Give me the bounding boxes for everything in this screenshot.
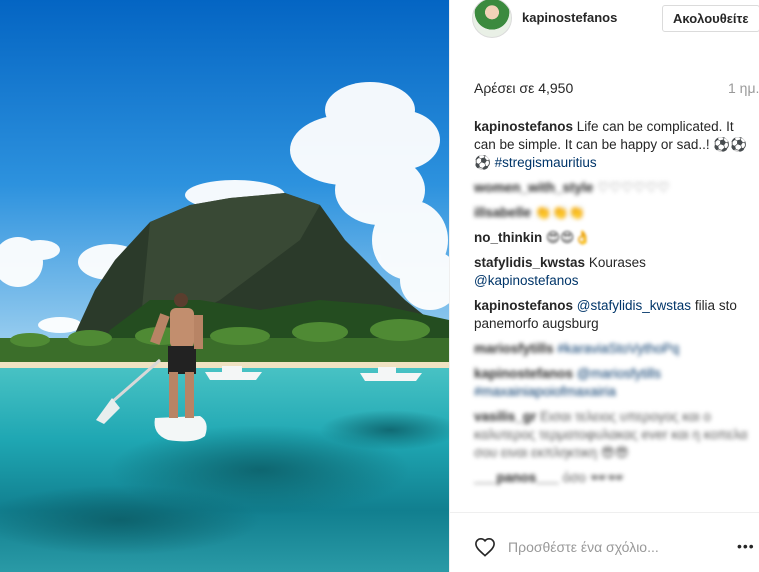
comment-username[interactable]: no_thinkin <box>474 230 542 245</box>
hashtag-link[interactable]: #stregismauritius <box>495 155 597 170</box>
list-item: mariosfytills #karaviaStoVythoPq <box>474 340 754 358</box>
mention-link[interactable]: @stafylidis_kwstas <box>577 298 691 313</box>
comment-text: 😍😍👌 <box>546 230 591 245</box>
comment-username[interactable]: kapinostefanos <box>474 119 573 134</box>
comment-username[interactable]: illsabelle <box>474 205 531 220</box>
more-options-icon[interactable]: ••• <box>737 538 755 554</box>
post-image-graphic <box>0 0 449 572</box>
post-details-panel: kapinostefanos Ακολουθείτε Αρέσει σε 4,9… <box>449 0 759 572</box>
comment-text: 👏👏👏 <box>534 205 586 220</box>
divider <box>450 512 759 513</box>
post-timestamp[interactable]: 1 ημ. <box>728 80 759 96</box>
hashtag-link[interactable]: #karaviaStoVythoPq <box>557 341 679 356</box>
comment-username[interactable]: kapinostefanos <box>474 366 573 381</box>
post-image[interactable] <box>0 0 449 572</box>
comment-username[interactable]: women_with_style <box>474 180 593 195</box>
following-button[interactable]: Ακολουθείτε <box>662 5 759 32</box>
comment-text: όσο 🕶🕶 <box>562 470 624 485</box>
comment-username[interactable]: vasilis_gr <box>474 409 536 424</box>
hashtag-link[interactable]: #maxainiapoiofmaxairia <box>474 384 616 399</box>
list-item: kapinostefanos @stafylidis_kwstas filia … <box>474 297 754 333</box>
list-item: stafylidis_kwstas Kourases @kapinostefan… <box>474 254 754 290</box>
comment-username[interactable]: ___panos___ <box>474 470 559 485</box>
add-comment-input[interactable] <box>508 536 708 558</box>
heart-outline-icon[interactable] <box>474 537 496 557</box>
comment-username[interactable]: mariosfytills <box>474 341 554 356</box>
list-item: vasilis_gr Εισαι τελειος υπερογος και ο … <box>474 408 754 462</box>
likes-row: Αρέσει σε 4,950 1 ημ. <box>450 80 759 98</box>
caption: kapinostefanos Life can be complicated. … <box>474 118 754 172</box>
list-item: ___panos___ όσο 🕶🕶 <box>474 469 754 487</box>
list-item: women_with_style ♡♡♡♡♡♡ <box>474 179 754 197</box>
list-item: illsabelle 👏👏👏 <box>474 204 754 222</box>
comment-username[interactable]: stafylidis_kwstas <box>474 255 585 270</box>
mention-link[interactable]: @kapinostefanos <box>474 273 579 288</box>
comment-text: ♡♡♡♡♡♡ <box>597 180 670 195</box>
list-item: no_thinkin 😍😍👌 <box>474 229 754 247</box>
likes-count[interactable]: Αρέσει σε 4,950 <box>474 80 573 96</box>
avatar[interactable] <box>472 0 512 38</box>
mention-link[interactable]: @mariosfytills <box>577 366 661 381</box>
list-item: kapinostefanos @mariosfytills #maxainiap… <box>474 365 754 401</box>
post-header: kapinostefanos Ακολουθείτε <box>450 0 759 40</box>
post-username[interactable]: kapinostefanos <box>522 10 617 25</box>
comment-text: Kourases <box>588 255 646 270</box>
comment-list: kapinostefanos Life can be complicated. … <box>474 118 754 494</box>
comment-username[interactable]: kapinostefanos <box>474 298 573 313</box>
